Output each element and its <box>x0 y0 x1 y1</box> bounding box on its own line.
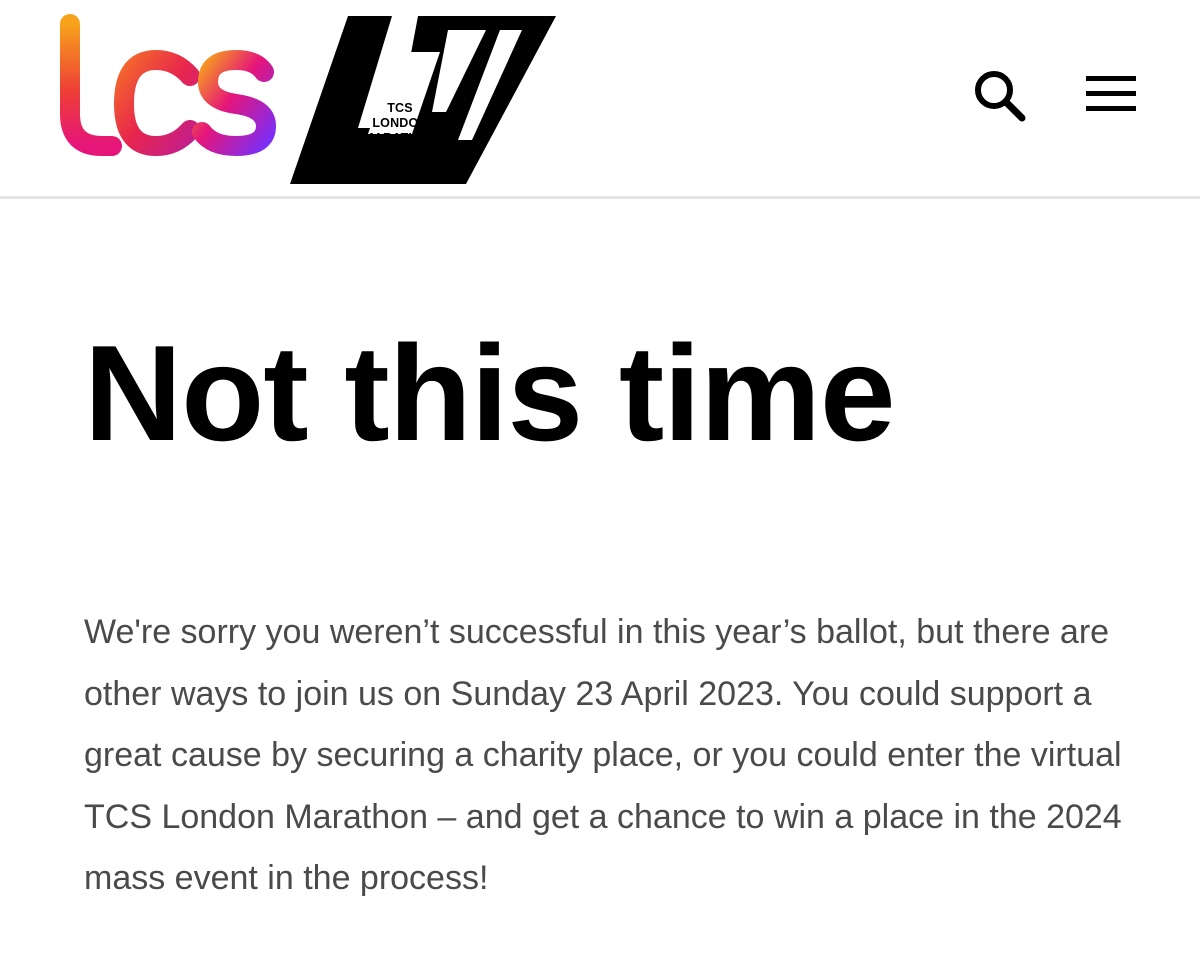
search-button[interactable] <box>970 66 1032 124</box>
wordmark-line-2: LONDON <box>372 116 428 130</box>
wordmark-line-3: MARATHON <box>363 131 437 145</box>
page-title: Not this time <box>84 317 896 469</box>
menu-button[interactable] <box>1082 72 1140 116</box>
hamburger-menu-icon <box>1086 76 1136 111</box>
tcs-logo-graphic <box>52 14 277 157</box>
london-marathon-wordmark: TCS LONDON MARATHON <box>360 101 440 146</box>
search-icon <box>975 71 1026 122</box>
ballot-result-message: We're sorry you weren’t successful in th… <box>84 613 1122 897</box>
wordmark-line-1: TCS <box>387 101 413 115</box>
site-header: TCS LONDON MARATHON <box>0 0 1200 199</box>
london-marathon-emblem <box>290 16 556 184</box>
